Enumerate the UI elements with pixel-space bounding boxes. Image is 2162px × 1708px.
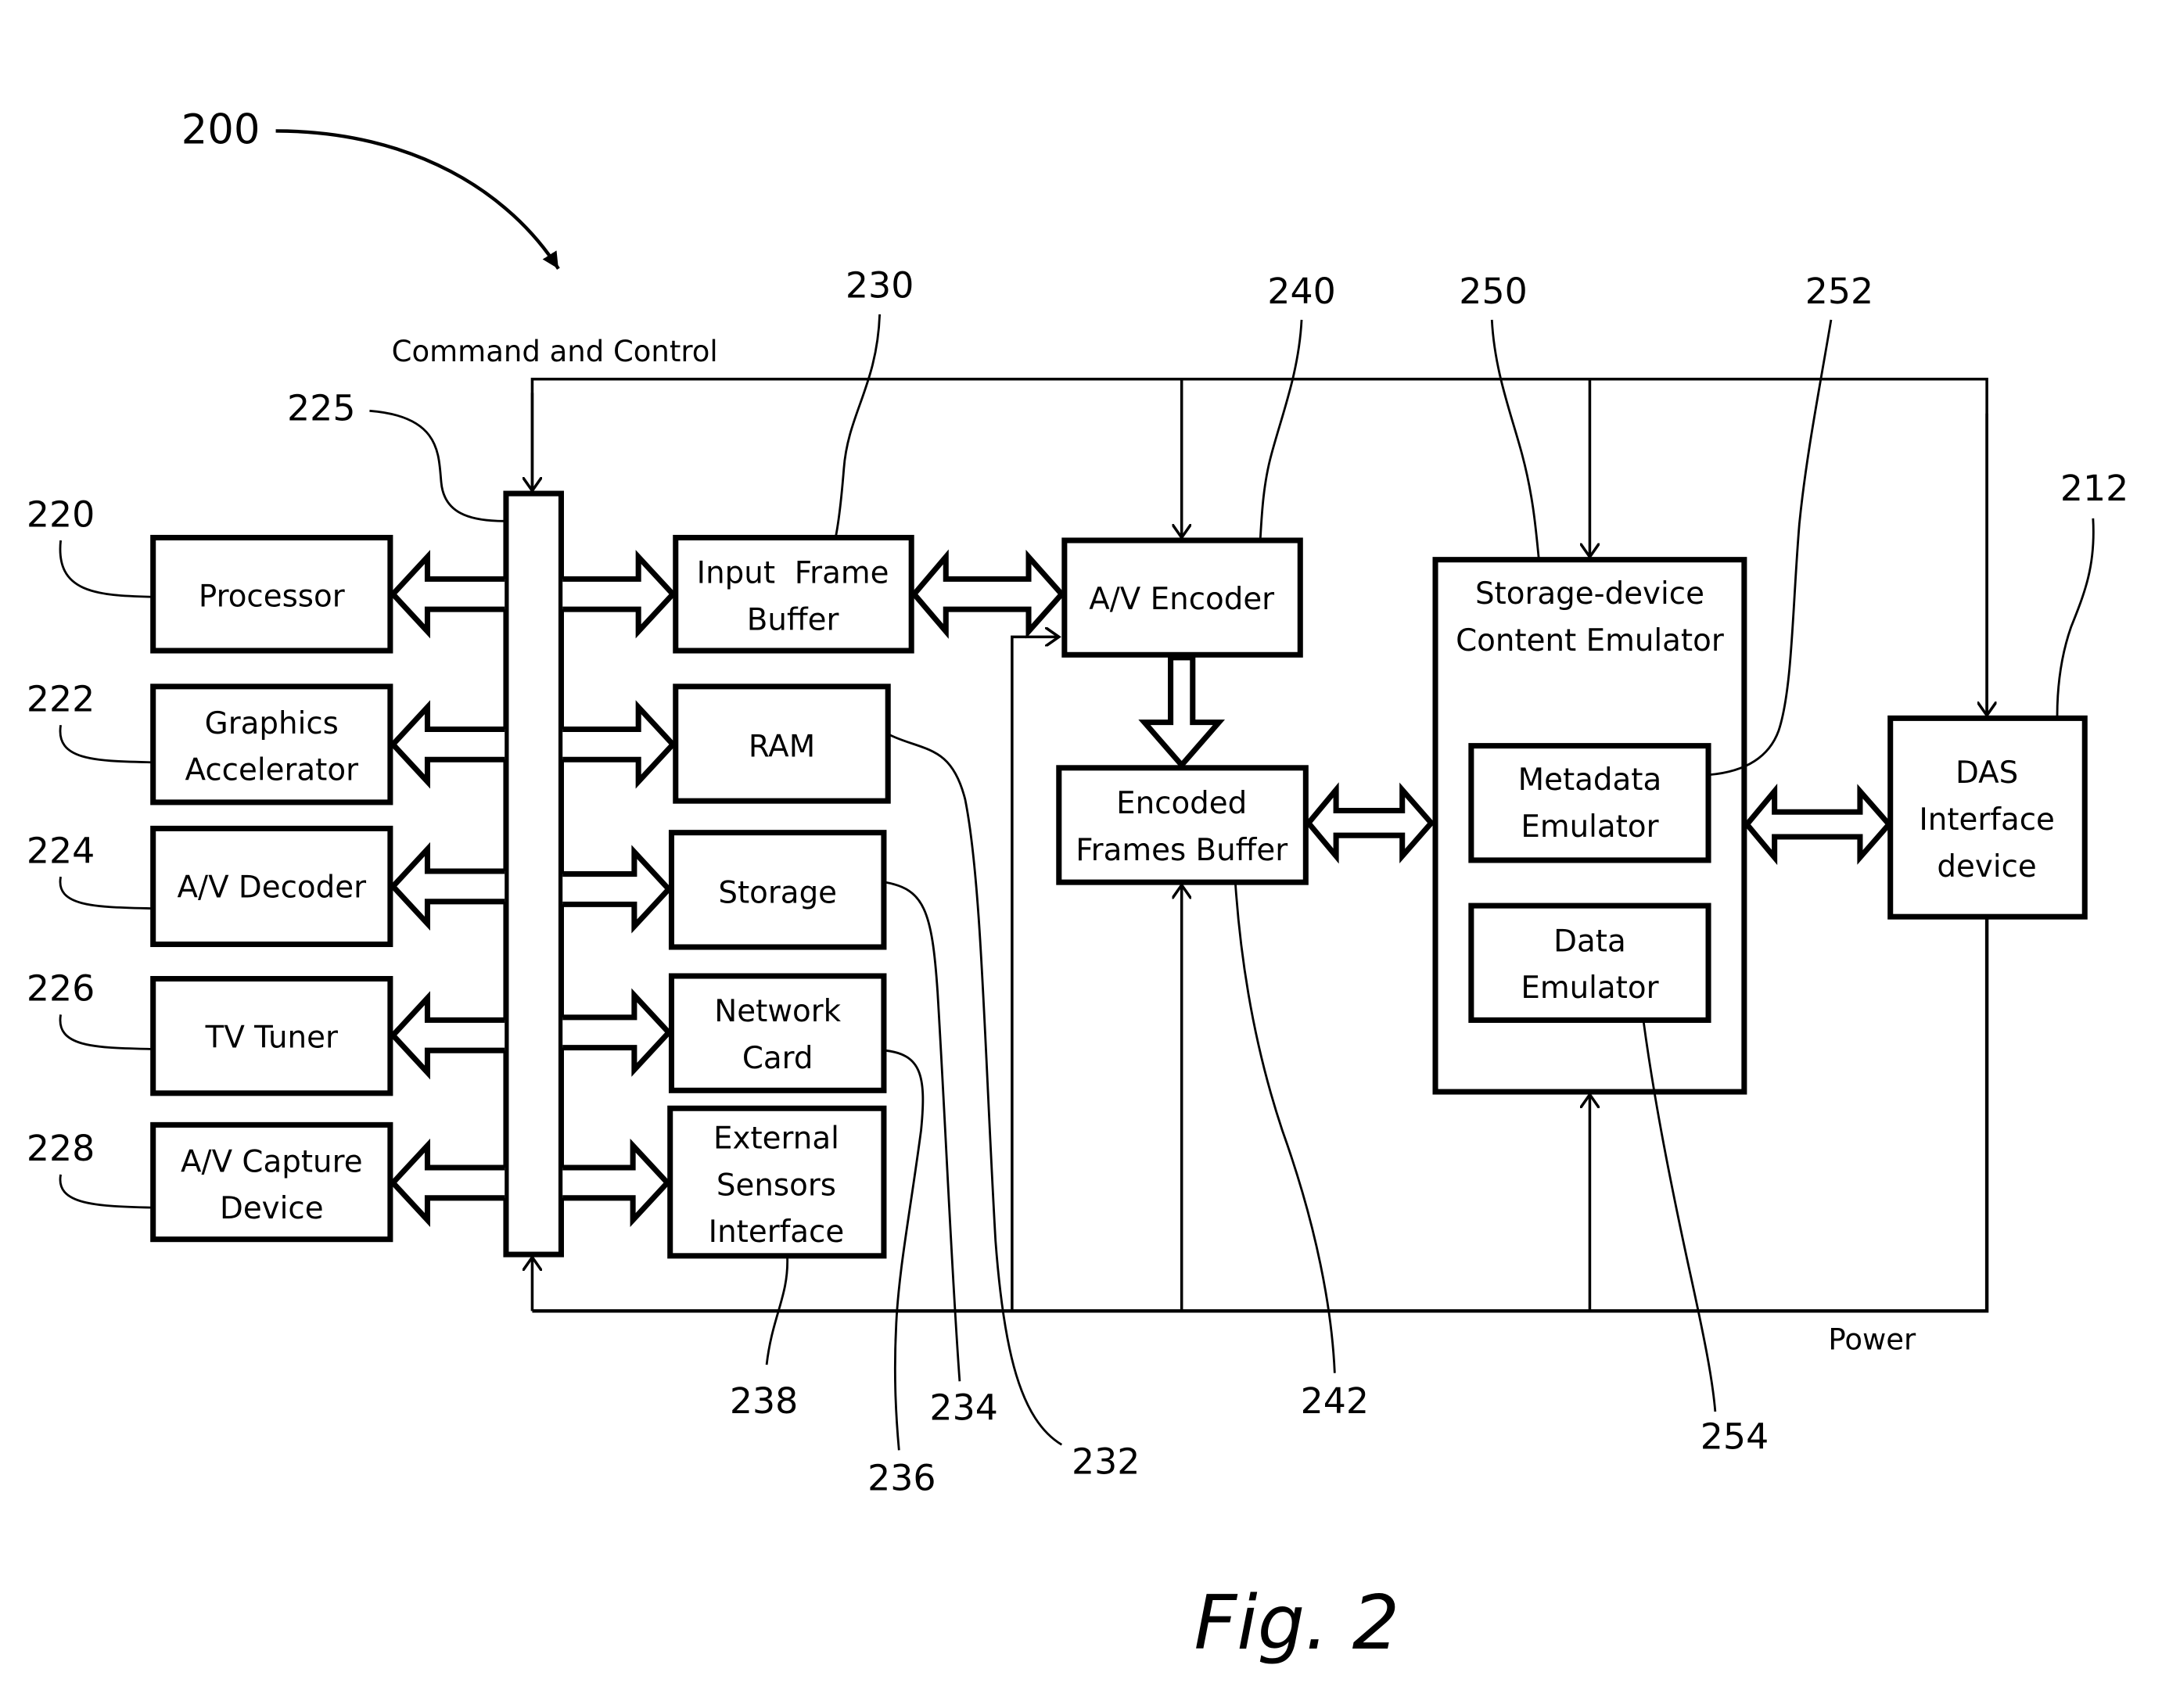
figure-caption: Fig. 2 — [1194, 1581, 1400, 1667]
ref-228: 228 — [27, 1127, 95, 1169]
bus-arrow-right-2 — [562, 845, 673, 934]
ref-250: 250 — [1459, 270, 1527, 312]
ref-240: 240 — [1267, 270, 1335, 312]
buffer-emulator-double-arrow — [1305, 782, 1435, 864]
emulator-label-1: Storage-device — [1475, 576, 1704, 612]
ref-224: 224 — [27, 829, 95, 871]
bus-arrow-right-3 — [562, 988, 673, 1077]
emulator-das-double-arrow — [1743, 784, 1893, 866]
right-block-input-frame-buffer: Input Frame Buffer 230 — [673, 264, 914, 654]
ref-252: 252 — [1805, 270, 1873, 312]
bus-arrow-right-0 — [562, 550, 677, 639]
figure-pointer-arrow — [275, 129, 560, 270]
encoded-buffer-label-2: Frames Buffer — [1076, 833, 1288, 868]
av-decoder-label: A/V Decoder — [178, 870, 367, 906]
tv-tuner-label: TV Tuner — [205, 1021, 338, 1056]
encoder-to-buffer-arrow — [1138, 655, 1226, 770]
das-label-1: DAS — [1955, 755, 2018, 791]
ref-254: 254 — [1701, 1416, 1769, 1458]
encoded-buffer-label-1: Encoded — [1116, 786, 1247, 821]
storage-label: Storage — [718, 876, 837, 911]
das-label-3: device — [1937, 849, 2036, 884]
bus-arrow-left-1 — [389, 700, 505, 789]
system-bus — [503, 490, 564, 1258]
bus-arrow-left-0 — [389, 550, 505, 639]
graphics-label-2: Accelerator — [185, 753, 359, 788]
leader-225 — [369, 409, 505, 522]
right-block-external-sensors-interface: External Sensors Interface 238 — [667, 1105, 887, 1422]
power-label: Power — [1828, 1323, 1916, 1357]
ref-232: 232 — [1072, 1440, 1140, 1482]
ref-225: 225 — [287, 387, 355, 429]
processor-label: Processor — [199, 580, 345, 615]
ext-sensors-label-1: External — [713, 1121, 839, 1156]
block-diagram: 200 Command and Control Power 225 Proces… — [27, 106, 2128, 1667]
ref-230: 230 — [846, 264, 914, 307]
ref-238: 238 — [730, 1380, 798, 1422]
bus-arrow-left-2 — [389, 841, 505, 931]
input-frame-buffer-label-2: Buffer — [747, 603, 839, 638]
ref-236: 236 — [867, 1456, 936, 1498]
ext-sensors-label-2: Sensors — [716, 1168, 836, 1203]
bus-arrow-right-4 — [562, 1138, 671, 1227]
bus-arrow-left-3 — [389, 991, 505, 1080]
metadata-emulator-label-2: Emulator — [1521, 809, 1658, 845]
left-block-av-capture-device: A/V Capture Device 228 — [27, 1121, 393, 1243]
das-label-2: Interface — [1919, 802, 2055, 838]
ifb-encoder-double-arrow — [910, 549, 1066, 639]
left-block-processor: Processor 220 — [27, 493, 393, 654]
ext-sensors-label-3: Interface — [709, 1215, 845, 1250]
ref-234: 234 — [929, 1387, 997, 1429]
bus-arrow-right-1 — [562, 700, 677, 789]
encoder-block: A/V Encoder 240 — [1061, 270, 1336, 658]
left-block-av-decoder: A/V Decoder 224 — [27, 825, 393, 947]
encoded-frames-buffer-block: Encoded Frames Buffer 242 — [1056, 765, 1369, 1422]
left-block-tv-tuner: TV Tuner 226 — [27, 967, 393, 1096]
das-interface-block: DAS Interface device 212 — [1887, 467, 2128, 920]
av-capture-label-1: A/V Capture — [181, 1144, 363, 1179]
command-and-control-label: Command and Control — [392, 335, 718, 368]
ref-212: 212 — [2060, 467, 2128, 509]
encoder-label: A/V Encoder — [1089, 582, 1274, 617]
network-card-label-1: Network — [714, 994, 841, 1029]
data-emulator-label-2: Emulator — [1521, 971, 1658, 1006]
ref-242: 242 — [1301, 1380, 1369, 1422]
figure-number-label: 200 — [181, 106, 260, 153]
data-emulator-label-1: Data — [1553, 924, 1626, 959]
ref-220: 220 — [27, 493, 95, 535]
network-card-label-2: Card — [742, 1041, 813, 1076]
ref-226: 226 — [27, 967, 95, 1010]
emulator-label-2: Content Emulator — [1456, 623, 1724, 658]
av-capture-label-2: Device — [220, 1191, 324, 1226]
metadata-emulator-label-1: Metadata — [1518, 762, 1662, 798]
ref-222: 222 — [27, 678, 95, 720]
graphics-label-1: Graphics — [205, 706, 339, 741]
power-arrow-encoder — [1011, 637, 1059, 1312]
ram-label: RAM — [749, 730, 815, 765]
left-block-graphics-accelerator: Graphics Accelerator 222 — [27, 678, 393, 806]
bus-arrow-left-4 — [389, 1138, 505, 1227]
input-frame-buffer-label-1: Input Frame — [697, 556, 889, 591]
